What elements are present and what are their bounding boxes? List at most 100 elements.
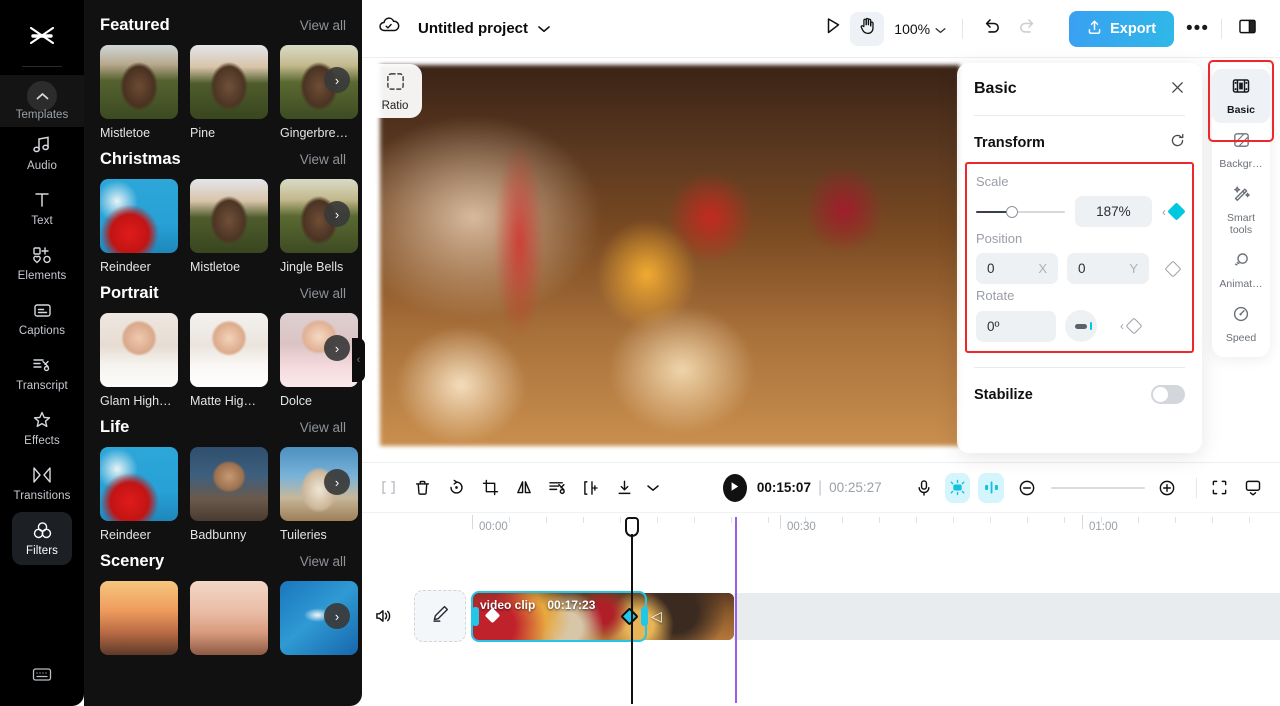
scale-slider[interactable] (976, 205, 1065, 219)
carousel-next-button[interactable]: › (324, 603, 350, 629)
split-button[interactable] (578, 473, 604, 503)
template-thumbnail[interactable] (100, 45, 178, 119)
hand-tool-button[interactable] (850, 11, 885, 46)
stabilize-toggle[interactable] (1151, 385, 1185, 404)
template-thumbnail[interactable] (190, 581, 268, 655)
template-card[interactable]: Jingle Bells (280, 179, 358, 274)
outline-diamond-icon[interactable] (1125, 317, 1143, 335)
keyboard-shortcuts-button[interactable] (12, 656, 72, 692)
crop-button[interactable] (477, 473, 503, 503)
select-range-button[interactable] (376, 473, 402, 503)
view-all-link[interactable]: View all (300, 554, 346, 569)
rotate-button[interactable] (443, 473, 469, 503)
templates-scroll-area[interactable]: Featured View all Mistletoe Pine Gingerbre… ›… (84, 0, 362, 706)
carousel-next-button[interactable]: › (324, 335, 350, 361)
template-card[interactable]: Mistletoe (100, 45, 178, 140)
audio-split-button[interactable] (978, 472, 1004, 503)
trim-arrow-icon[interactable]: ◁ (651, 608, 662, 625)
cut-button[interactable] (545, 473, 571, 503)
template-card[interactable]: Glam High… (100, 313, 178, 408)
template-card[interactable]: Pine (190, 45, 268, 140)
template-thumbnail[interactable] (190, 313, 268, 387)
template-card[interactable]: Mistletoe (190, 179, 268, 274)
template-card[interactable]: Badbunny (190, 447, 268, 542)
panel-collapse-handle[interactable]: ‹ (352, 338, 365, 382)
outline-diamond-icon[interactable] (1164, 260, 1182, 277)
sidebar-item-text[interactable]: Text (12, 182, 72, 235)
monitor-button[interactable] (1240, 473, 1266, 503)
clip-trim-handle-right[interactable] (641, 607, 648, 626)
timeline-ruler[interactable]: 00:00 00:30 01:00 (362, 513, 1280, 545)
template-thumbnail[interactable] (100, 447, 178, 521)
right-rail-item-speed[interactable]: Speed (1212, 297, 1270, 351)
template-card[interactable]: Dolce (280, 313, 358, 408)
right-rail-item-animation[interactable]: Animat… (1212, 243, 1270, 297)
video-preview[interactable] (380, 65, 960, 446)
right-rail-item-basic[interactable]: Basic (1212, 69, 1270, 123)
sidebar-item-elements[interactable]: Elements (12, 237, 72, 290)
chevron-left-icon[interactable]: ‹ (1120, 319, 1124, 333)
download-button[interactable] (612, 473, 638, 503)
zoom-in-button[interactable] (1154, 473, 1180, 503)
download-more-button[interactable] (646, 473, 661, 503)
close-icon[interactable] (1170, 80, 1185, 98)
microphone-button[interactable] (911, 473, 937, 503)
carousel-next-button[interactable]: › (324, 469, 350, 495)
view-all-link[interactable]: View all (300, 152, 346, 167)
timeline-body[interactable]: 00:00 00:30 01:00 video clip 00:17:23 ◁ (362, 513, 1280, 706)
select-tool-button[interactable] (816, 12, 850, 46)
zoom-level-select[interactable]: 100% (894, 21, 946, 37)
project-title-button[interactable]: Untitled project (418, 20, 550, 38)
sidebar-item-transitions[interactable]: Transitions (12, 457, 72, 510)
position-y-input[interactable]: 0 Y (1067, 253, 1149, 284)
template-thumbnail[interactable] (190, 179, 268, 253)
play-button[interactable] (722, 473, 747, 502)
sidebar-item-templates[interactable]: Templates (0, 75, 84, 127)
template-card[interactable]: Matte Hig… (190, 313, 268, 408)
track-audio-toggle[interactable] (374, 607, 394, 630)
template-thumbnail[interactable] (190, 45, 268, 119)
export-button[interactable]: Export (1069, 10, 1175, 47)
scale-input[interactable]: 187% (1074, 196, 1152, 227)
redo-button[interactable] (1009, 12, 1043, 46)
delete-button[interactable] (410, 473, 436, 503)
sidebar-item-audio[interactable]: Audio (12, 127, 72, 180)
right-rail-item-smart-tools[interactable]: Smart tools (1212, 177, 1270, 243)
timeline-zoom-slider[interactable] (1050, 481, 1145, 495)
fit-screen-button[interactable] (1207, 473, 1233, 503)
slider-knob[interactable] (1006, 205, 1019, 218)
sidebar-item-transcript[interactable]: Transcript (12, 347, 72, 400)
auto-cut-button[interactable] (944, 472, 971, 503)
template-card[interactable]: Reindeer (100, 179, 178, 274)
rotate-input[interactable]: 0º (976, 310, 1056, 342)
template-card[interactable]: Gingerbre… (280, 45, 358, 140)
sidebar-item-filters[interactable]: Filters (12, 512, 72, 565)
view-all-link[interactable]: View all (300, 286, 346, 301)
template-thumbnail[interactable] (100, 179, 178, 253)
template-card[interactable]: Reindeer (100, 447, 178, 542)
chevron-left-icon[interactable]: ‹ (1162, 205, 1166, 219)
filled-diamond-icon[interactable] (1167, 202, 1186, 221)
template-card[interactable] (100, 581, 178, 662)
ratio-button[interactable]: Ratio (368, 64, 422, 118)
right-rail-item-background[interactable]: Backgr… (1212, 123, 1270, 177)
view-all-link[interactable]: View all (300, 18, 346, 33)
sidebar-item-effects[interactable]: Effects (12, 402, 72, 455)
carousel-next-button[interactable]: › (324, 201, 350, 227)
edit-clip-button[interactable] (414, 590, 466, 642)
template-card[interactable]: Tuileries (280, 447, 358, 542)
rotate-dial-icon[interactable] (1065, 310, 1097, 342)
template-thumbnail[interactable] (100, 313, 178, 387)
position-x-input[interactable]: 0 X (976, 253, 1058, 284)
clip-trim-handle-left[interactable] (472, 607, 479, 626)
zoom-out-button[interactable] (1014, 473, 1040, 503)
reset-arrow-icon[interactable] (1170, 133, 1185, 153)
undo-button[interactable] (975, 12, 1009, 46)
template-thumbnail[interactable] (100, 581, 178, 655)
more-options-button[interactable]: ••• (1174, 18, 1221, 40)
template-card[interactable] (190, 581, 268, 662)
template-thumbnail[interactable] (190, 447, 268, 521)
view-all-link[interactable]: View all (300, 420, 346, 435)
timeline-empty-track[interactable] (734, 593, 1280, 640)
layout-toggle-button[interactable] (1230, 12, 1264, 46)
